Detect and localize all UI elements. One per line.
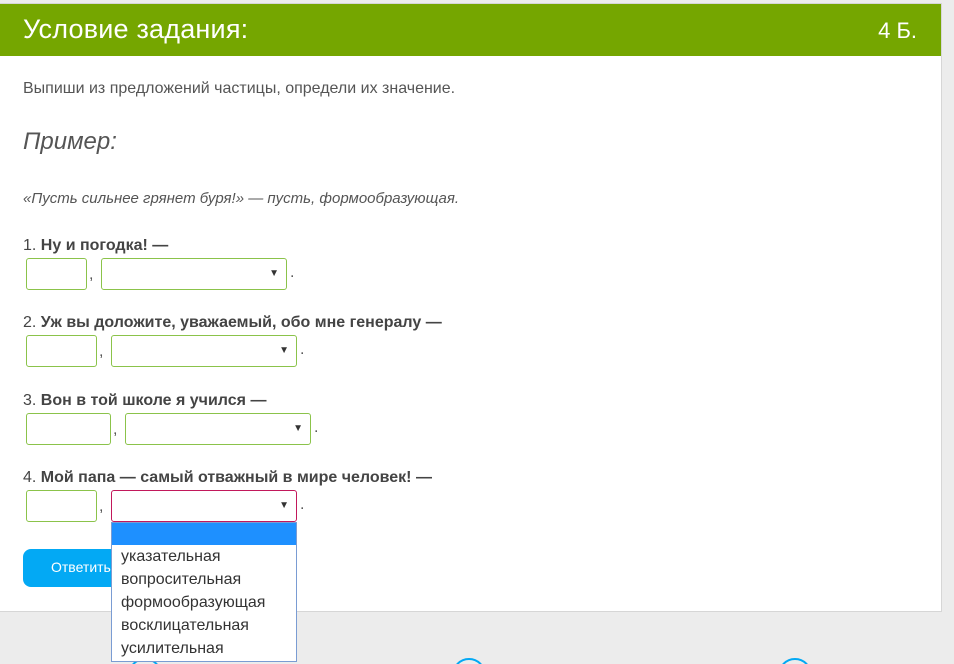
particle-input-4[interactable]	[26, 490, 97, 522]
chevron-down-icon: ▼	[279, 500, 289, 511]
particle-input-3[interactable]	[26, 413, 111, 445]
meaning-select-2[interactable]: ▼	[111, 335, 297, 367]
comma: ,	[113, 421, 118, 438]
comma: ,	[99, 498, 104, 515]
chevron-down-icon: ▼	[293, 423, 303, 434]
question-text: Уж вы доложите, уважаемый, обо мне генер…	[40, 314, 442, 331]
meaning-select-3[interactable]: ▼	[125, 413, 311, 445]
dropdown-option[interactable]: формообразующая	[112, 591, 296, 614]
chevron-down-icon: ▼	[269, 268, 279, 279]
task-title: Условие задания:	[23, 14, 249, 44]
question-number: 4.	[23, 469, 37, 486]
question-number: 2.	[23, 314, 37, 331]
nav-circle-icon[interactable]	[778, 658, 812, 664]
period: .	[314, 419, 319, 436]
task-instruction: Выпиши из предложений частицы, определи …	[23, 80, 456, 97]
question-4: 4. Мой папа — самый отважный в мире чело…	[23, 469, 432, 487]
dropdown-option-blank[interactable]	[112, 523, 296, 545]
question-text: Вон в той школе я учился —	[40, 392, 267, 409]
meaning-select-4[interactable]: ▼	[111, 490, 297, 522]
period: .	[290, 264, 295, 281]
task-header: Условие задания: 4 Б.	[0, 4, 941, 56]
nav-circle-icon[interactable]	[452, 658, 486, 664]
task-points: 4 Б.	[878, 18, 917, 43]
question-text: Мой папа — самый отважный в мире человек…	[40, 469, 432, 486]
question-1: 1. Ну и погодка! —	[23, 237, 168, 255]
particle-input-2[interactable]	[26, 335, 97, 367]
dropdown-option[interactable]: усилительная	[112, 637, 296, 660]
particle-input-1[interactable]	[26, 258, 87, 290]
question-number: 1.	[23, 237, 37, 254]
meaning-select-1[interactable]: ▼	[101, 258, 287, 290]
question-number: 3.	[23, 392, 37, 409]
dropdown-option[interactable]: восклицательная	[112, 614, 296, 637]
period: .	[300, 341, 305, 358]
chevron-down-icon: ▼	[279, 345, 289, 356]
comma: ,	[99, 343, 104, 360]
example-text: «Пусть сильнее грянет буря!» — пусть, фо…	[23, 190, 460, 207]
period: .	[300, 496, 305, 513]
question-text: Ну и погодка! —	[40, 237, 169, 254]
example-title: Пример:	[23, 128, 117, 155]
dropdown-option[interactable]: вопросительная	[112, 568, 296, 591]
meaning-dropdown-list[interactable]: указательная вопросительная формообразую…	[111, 522, 297, 662]
question-2: 2. Уж вы доложите, уважаемый, обо мне ге…	[23, 314, 442, 332]
dropdown-option[interactable]: указательная	[112, 545, 296, 568]
comma: ,	[89, 266, 94, 283]
question-3: 3. Вон в той школе я учился —	[23, 392, 266, 410]
